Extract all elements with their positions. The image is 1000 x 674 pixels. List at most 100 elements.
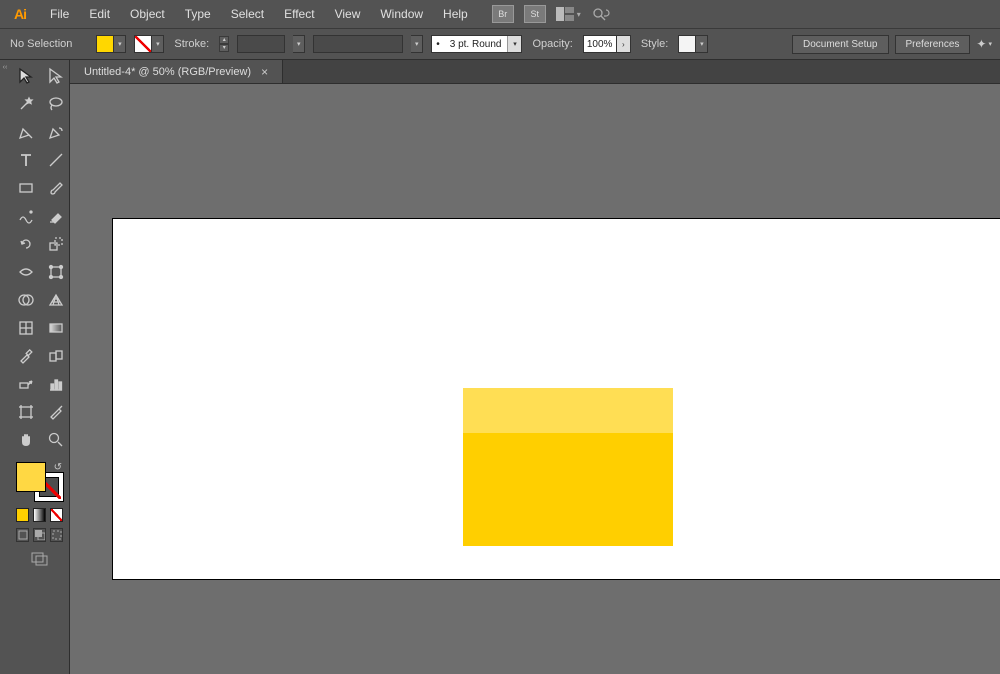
rotate-tool[interactable] — [16, 234, 36, 254]
menu-effect[interactable]: Effect — [274, 1, 324, 27]
eraser-tool[interactable] — [46, 206, 66, 226]
variable-width-dropdown[interactable]: ▾ — [411, 35, 423, 53]
stroke-weight-dropdown[interactable]: ▾ — [293, 35, 305, 53]
opacity-label: Opacity: — [530, 38, 574, 50]
shaper-tool[interactable] — [16, 206, 36, 226]
app-logo: Ai — [8, 4, 32, 24]
curvature-tool[interactable] — [46, 122, 66, 142]
menu-type[interactable]: Type — [175, 1, 221, 27]
graphic-style-swatch[interactable] — [678, 35, 696, 53]
fill-stroke-indicator[interactable]: ↺ — [16, 462, 64, 502]
tab-close-button[interactable]: × — [261, 65, 268, 79]
style-label: Style: — [639, 38, 671, 50]
menu-object[interactable]: Object — [120, 1, 175, 27]
document-tabbar: Untitled-4* @ 50% (RGB/Preview) × — [70, 60, 1000, 84]
type-tool[interactable] — [16, 150, 36, 170]
color-mode-solid[interactable] — [16, 508, 29, 522]
graphic-style-group[interactable]: ▾ — [678, 35, 708, 53]
arrange-documents-button[interactable]: ▾ — [556, 7, 581, 21]
mesh-tool[interactable] — [16, 318, 36, 338]
document-setup-button[interactable]: Document Setup — [792, 35, 889, 54]
menu-help[interactable]: Help — [433, 1, 478, 27]
menu-select[interactable]: Select — [221, 1, 274, 27]
pen-tool[interactable] — [16, 122, 36, 142]
stock-button[interactable]: St — [524, 5, 546, 23]
menubar: Ai File Edit Object Type Select Effect V… — [0, 0, 1000, 28]
zoom-tool[interactable] — [46, 430, 66, 450]
stroke-swatch-group[interactable]: ▾ — [134, 35, 164, 53]
chevron-down-icon: ▾ — [507, 36, 521, 52]
menu-edit[interactable]: Edit — [79, 1, 120, 27]
opacity-dropdown[interactable]: › — [617, 35, 631, 53]
artboard-tool[interactable] — [16, 402, 36, 422]
draw-mode-row — [16, 528, 63, 542]
opacity-input[interactable] — [583, 35, 617, 53]
stroke-weight-stepper[interactable]: ▴▾ — [219, 36, 229, 52]
scale-tool[interactable] — [46, 234, 66, 254]
canvas[interactable] — [70, 84, 1000, 674]
main-area: ‹‹ — [0, 60, 1000, 674]
draw-inside[interactable] — [50, 528, 63, 542]
eyedropper-tool[interactable] — [16, 346, 36, 366]
perspective-grid-tool[interactable] — [46, 290, 66, 310]
chevron-down-icon: ▾ — [577, 10, 581, 19]
menu-window[interactable]: Window — [370, 1, 433, 27]
screen-mode-button[interactable] — [16, 552, 63, 566]
hand-tool[interactable] — [16, 430, 36, 450]
search-adobe-button[interactable] — [591, 6, 611, 22]
draw-normal[interactable] — [16, 528, 29, 542]
canvas-rect-top[interactable] — [463, 388, 673, 434]
color-controls: ↺ — [14, 458, 65, 570]
fill-box[interactable] — [16, 462, 46, 492]
app-logo-text: Ai — [14, 6, 26, 22]
line-segment-tool[interactable] — [46, 150, 66, 170]
menubar-right-cluster: Br St ▾ — [492, 5, 611, 23]
color-mode-none[interactable] — [50, 508, 63, 522]
variable-width-profile[interactable] — [313, 35, 403, 53]
fill-dropdown[interactable]: ▾ — [114, 35, 126, 53]
stroke-weight-field[interactable] — [237, 35, 285, 53]
stroke-color-swatch[interactable] — [134, 35, 152, 53]
toolbox: ↺ — [10, 60, 70, 674]
color-mode-row — [16, 508, 63, 522]
stroke-label: Stroke: — [172, 38, 211, 50]
document-region: Untitled-4* @ 50% (RGB/Preview) × — [70, 60, 1000, 674]
column-graph-tool[interactable] — [46, 374, 66, 394]
menu-file[interactable]: File — [40, 1, 79, 27]
bridge-button[interactable]: Br — [492, 5, 514, 23]
width-tool[interactable] — [16, 262, 36, 282]
brush-definition-label: 3 pt. Round — [444, 39, 508, 50]
fill-swatch-group[interactable]: ▾ — [96, 35, 126, 53]
rectangle-tool[interactable] — [16, 178, 36, 198]
graphic-style-dropdown[interactable]: ▾ — [696, 35, 708, 53]
fill-color-swatch[interactable] — [96, 35, 114, 53]
free-transform-tool[interactable] — [46, 262, 66, 282]
color-mode-gradient[interactable] — [33, 508, 46, 522]
menu-view[interactable]: View — [325, 1, 371, 27]
brush-definition-dropdown[interactable]: • 3 pt. Round ▾ — [431, 35, 522, 53]
search-cloud-icon — [591, 6, 611, 22]
draw-behind[interactable] — [33, 528, 46, 542]
document-tab[interactable]: Untitled-4* @ 50% (RGB/Preview) × — [70, 60, 283, 83]
opacity-field[interactable]: › — [583, 35, 631, 53]
document-tab-title: Untitled-4* @ 50% (RGB/Preview) — [84, 66, 251, 78]
stroke-dropdown[interactable]: ▾ — [152, 35, 164, 53]
selection-tool[interactable] — [16, 66, 36, 86]
gradient-tool[interactable] — [46, 318, 66, 338]
symbol-sprayer-tool[interactable] — [16, 374, 36, 394]
direct-selection-tool[interactable] — [46, 66, 66, 86]
panel-collapse-gutter[interactable]: ‹‹ — [0, 60, 10, 674]
swap-fill-stroke-icon[interactable]: ↺ — [54, 462, 62, 473]
preferences-button[interactable]: Preferences — [895, 35, 971, 54]
blend-tool[interactable] — [46, 346, 66, 366]
canvas-rect-main[interactable] — [463, 433, 673, 546]
lasso-tool[interactable] — [46, 94, 66, 114]
magic-wand-tool[interactable] — [16, 94, 36, 114]
control-bar: No Selection ▾ ▾ Stroke: ▴▾ ▾ ▾ • 3 pt. … — [0, 28, 1000, 60]
paintbrush-tool[interactable] — [46, 178, 66, 198]
shape-builder-tool[interactable] — [16, 290, 36, 310]
slice-tool[interactable] — [46, 402, 66, 422]
align-to-button[interactable]: ✦▾ — [976, 37, 992, 51]
selection-indicator: No Selection — [8, 38, 74, 50]
screen-mode-icon — [31, 552, 49, 566]
